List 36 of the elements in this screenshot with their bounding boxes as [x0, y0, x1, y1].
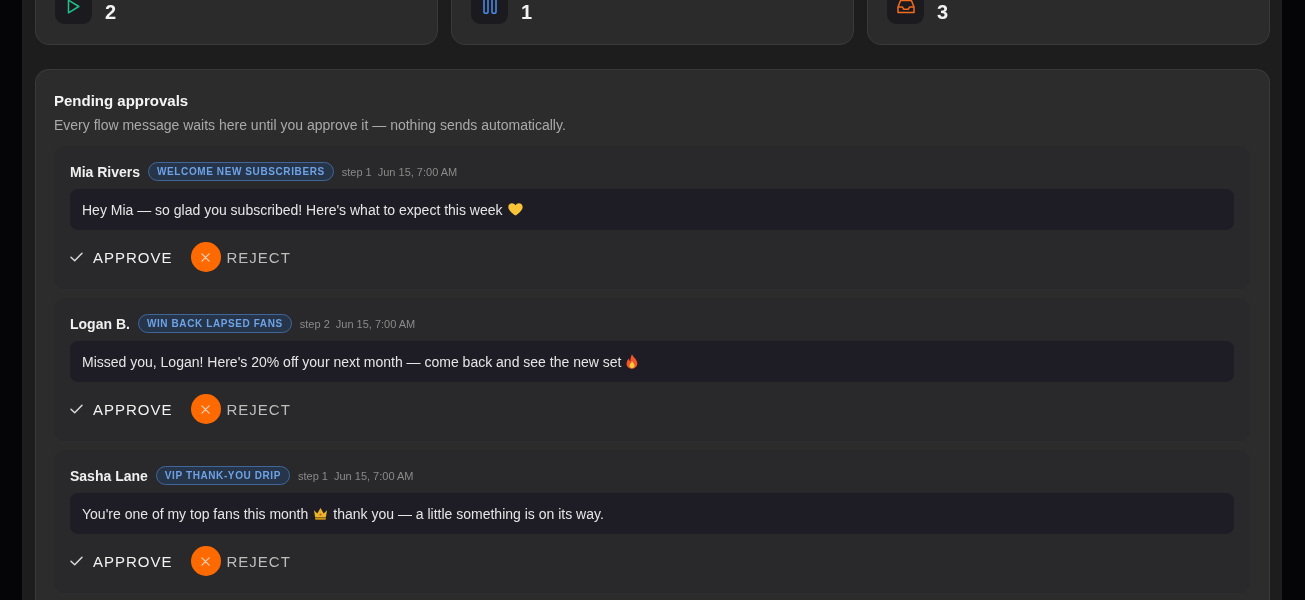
section-description: Every flow message waits here until you approve it — nothing sends automatically.	[54, 116, 567, 135]
sender-name: Mia Rivers	[70, 163, 141, 180]
step-label: step 1	[298, 469, 328, 482]
approve-button[interactable]: APPROVE	[70, 400, 173, 418]
flow-tag: WIN BACK LAPSED FANS	[137, 314, 292, 333]
fire-emoji-icon	[626, 354, 639, 369]
reject-button[interactable]: REJECT	[190, 546, 291, 576]
approve-button[interactable]: APPROVE	[70, 552, 173, 570]
stat-count: 2	[105, 0, 117, 24]
check-icon	[70, 252, 83, 262]
heart-emoji-icon	[507, 203, 523, 216]
message-text: You're one of my top fans this month	[82, 505, 309, 522]
check-icon	[70, 404, 83, 414]
timestamp: Jun 15, 7:00 AM	[377, 165, 458, 178]
timestamp: Jun 15, 7:00 AM	[335, 317, 416, 330]
stat-count: 1	[521, 0, 533, 24]
sender-name: Logan B.	[70, 315, 130, 332]
cross-icon	[190, 546, 221, 576]
message-text: Hey Mia — so glad you subscribed! Here's what to expect this week	[82, 201, 503, 218]
step-label: step 1	[341, 165, 372, 178]
reject-button[interactable]: REJECT	[190, 394, 291, 424]
stat-count: 3	[937, 0, 949, 24]
cross-icon	[190, 394, 221, 424]
crown-emoji-icon	[313, 507, 329, 520]
check-icon	[70, 556, 83, 566]
timestamp: Jun 15, 7:00 AM	[334, 469, 414, 482]
message-text: thank you — a little something is on its way.	[333, 505, 604, 522]
reject-button[interactable]: REJECT	[190, 242, 291, 272]
flow-tag: VIP THANK-YOU DRIP	[155, 466, 290, 485]
section-title: Pending approvals	[54, 91, 190, 111]
message-text: Missed you, Logan! Here's 20% off your next month — come back and see the new set	[82, 353, 622, 370]
cross-icon	[190, 242, 221, 272]
approve-button[interactable]: APPROVE	[70, 248, 173, 266]
flow-tag: WELCOME NEW SUBSCRIBERS	[148, 162, 334, 181]
sender-name: Sasha Lane	[70, 467, 148, 484]
step-label: step 2	[299, 317, 330, 330]
